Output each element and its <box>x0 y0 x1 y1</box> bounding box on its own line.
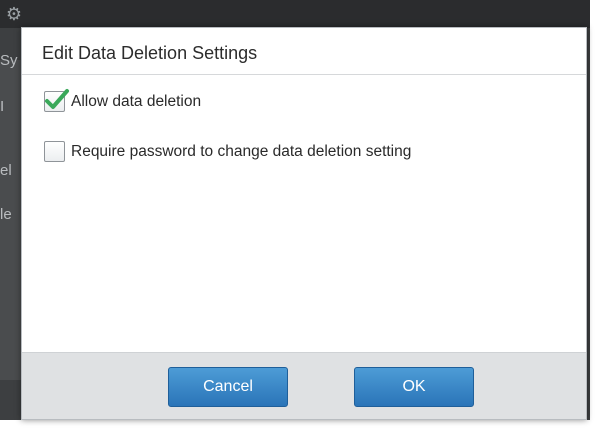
background-text-fragment: le <box>0 206 12 223</box>
gear-icon: ⚙ <box>5 4 23 24</box>
dialog-footer: Cancel OK <box>22 352 586 419</box>
data-deletion-dialog: Edit Data Deletion Settings Allow data d… <box>21 27 587 420</box>
title-divider <box>22 74 586 75</box>
require-password-label: Require password to change data deletion… <box>71 142 412 160</box>
checkmark-icon <box>45 89 69 109</box>
app-top-bar <box>0 0 590 28</box>
allow-deletion-checkbox[interactable] <box>44 89 69 112</box>
dialog-title: Edit Data Deletion Settings <box>42 43 258 63</box>
allow-deletion-option[interactable]: Allow data deletion <box>44 89 202 112</box>
background-text-fragment: I <box>0 98 5 115</box>
ok-button[interactable]: OK <box>354 367 474 407</box>
allow-deletion-label: Allow data deletion <box>71 92 202 110</box>
require-password-checkbox[interactable] <box>44 141 65 162</box>
screen: ⚙ Sy I el le Edit Data Deletion Settings… <box>0 0 608 433</box>
require-password-option[interactable]: Require password to change data deletion… <box>44 141 411 162</box>
background-text-fragment: el <box>0 162 12 179</box>
cancel-button[interactable]: Cancel <box>168 367 288 407</box>
background-text-fragment: Sy <box>0 52 18 69</box>
